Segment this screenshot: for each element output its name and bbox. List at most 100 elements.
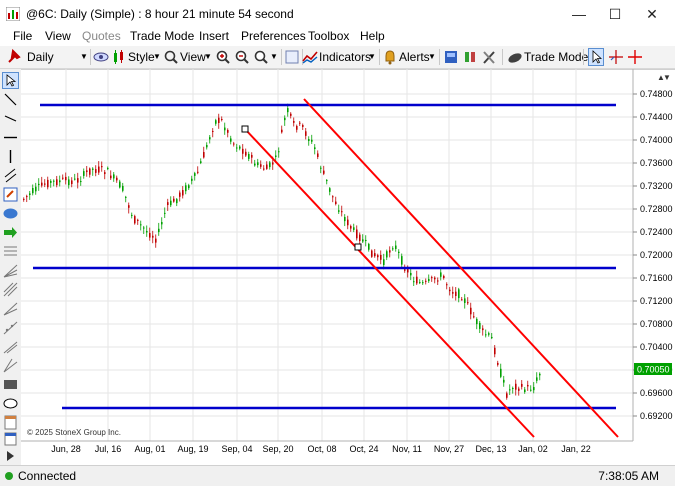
connection-status-icon (5, 472, 13, 480)
price-label: 0.72800 (640, 204, 673, 214)
pin-icon[interactable] (6, 48, 22, 66)
date-label: Nov, 27 (434, 444, 464, 454)
alerts-menu-button[interactable]: Alerts (399, 48, 430, 66)
price-label: 0.71200 (640, 296, 673, 306)
layout-icon[interactable] (444, 48, 458, 66)
price-label: 0.69200 (640, 411, 673, 421)
alerts-chevron-down-icon[interactable]: ▼ (428, 48, 436, 66)
tools-icon[interactable] (482, 48, 496, 66)
panel-nav (0, 447, 21, 465)
date-label: Jun, 28 (51, 444, 81, 454)
menu-insert[interactable]: Insert (199, 29, 229, 43)
price-label: 0.70800 (640, 319, 673, 329)
drawing-tools-panel (0, 69, 22, 447)
zoom-options-icon[interactable] (253, 48, 269, 66)
select-arrow-icon[interactable] (2, 72, 19, 89)
bell-icon (385, 50, 395, 65)
minimize-button[interactable]: — (561, 2, 597, 26)
zoom-chevron-down-icon[interactable]: ▼ (270, 48, 278, 66)
price-label: 0.71600 (640, 273, 673, 283)
menu-file[interactable]: File (13, 29, 32, 43)
style-chevron-down-icon[interactable]: ▼ (153, 48, 161, 66)
cursor-pointer-icon[interactable] (588, 48, 604, 66)
speed-lines-icon[interactable] (2, 300, 19, 317)
menu-view[interactable]: View (45, 29, 71, 43)
pan-left-icon[interactable] (285, 48, 299, 66)
scroll-down-icon[interactable]: ▼ (663, 73, 671, 82)
angle-lines-icon[interactable] (2, 357, 19, 374)
maximize-button[interactable]: ☐ (597, 2, 633, 26)
text-note-icon[interactable] (2, 186, 19, 203)
ellipse-outline-icon[interactable] (2, 395, 19, 412)
clock: 7:38:05 AM (598, 469, 659, 483)
connection-status: Connected (18, 469, 77, 483)
price-label: 0.74400 (640, 112, 673, 122)
view-menu-button[interactable]: View (180, 48, 206, 66)
interval-select[interactable]: Daily (27, 48, 54, 66)
toolbar-separator (439, 49, 440, 65)
status-bar: Connected 7:38:05 AM (0, 465, 675, 486)
rectangle-tool-icon[interactable] (2, 376, 19, 393)
horizontal-line-icon[interactable] (2, 129, 19, 146)
zoom-out-icon[interactable] (234, 48, 250, 66)
candlestick (134, 214, 136, 225)
pitchfork-icon[interactable] (2, 281, 19, 298)
price-chart[interactable]: 0.74800 0.74400 0.74000 0.73600 0.73200 0.728… (21, 69, 675, 458)
eye-icon (93, 52, 109, 62)
calendar-icon[interactable] (2, 430, 19, 447)
date-label: Dec, 13 (475, 444, 506, 454)
regression-icon[interactable] (2, 319, 19, 336)
menu-preferences[interactable]: Preferences (241, 29, 306, 43)
toolbar-separator (281, 49, 282, 65)
date-label: Sep, 20 (262, 444, 293, 454)
zoom-in-icon[interactable] (215, 48, 231, 66)
indicators-menu-button[interactable]: Indicators (319, 48, 371, 66)
date-label: Nov, 11 (392, 444, 422, 454)
arrow-tool-icon[interactable] (2, 224, 19, 241)
ellipse-tool-icon[interactable] (2, 205, 19, 222)
view-chevron-down-icon[interactable]: ▼ (204, 48, 212, 66)
channel-handle[interactable] (241, 125, 249, 133)
chart-background (21, 69, 675, 458)
notes-icon[interactable] (2, 414, 19, 431)
menu-trade-mode[interactable]: Trade Mode (130, 29, 194, 43)
toolbar: Daily ▼ Style ▼ View ▼ ▼ Indicators ▼ Al… (0, 46, 675, 69)
ray-line-icon[interactable] (2, 110, 19, 127)
trendline-icon[interactable] (2, 91, 19, 108)
settings-icon[interactable] (463, 48, 477, 66)
play-icon[interactable] (3, 449, 17, 463)
price-label: 0.69600 (640, 388, 673, 398)
app-icon (6, 7, 20, 21)
crosshair-red-icon[interactable] (627, 48, 643, 66)
search-icon (164, 50, 178, 64)
channel-icon[interactable] (2, 167, 19, 184)
indicators-chevron-down-icon[interactable]: ▼ (368, 48, 376, 66)
indicators-icon (302, 51, 318, 64)
crosshair-icon[interactable] (608, 48, 624, 66)
cycle-lines-icon[interactable] (2, 338, 19, 355)
toolbar-separator (379, 49, 380, 65)
interval-chevron-down-icon[interactable]: ▼ (80, 48, 88, 66)
price-label: 0.70400 (640, 342, 673, 352)
scroll-arrows[interactable]: ▲ ▼ (657, 73, 671, 82)
trade-mode-button[interactable]: Trade Mode (524, 48, 588, 66)
menu-toolbox[interactable]: Toolbox (308, 29, 349, 43)
trade-mode-icon (508, 53, 522, 63)
style-menu-button[interactable]: Style (128, 48, 155, 66)
window-title: @6C: Daily (Simple) : 8 hour 21 minute 5… (26, 7, 294, 21)
date-label: Aug, 19 (177, 444, 208, 454)
date-label: Oct, 08 (307, 444, 336, 454)
vertical-line-icon[interactable] (2, 148, 19, 165)
price-label: 0.72000 (640, 250, 673, 260)
toolbar-separator (90, 49, 91, 65)
menu-quotes[interactable]: Quotes (82, 29, 121, 43)
channel-handle[interactable] (354, 243, 362, 251)
candle-style-icon (114, 50, 123, 64)
menu-help[interactable]: Help (360, 29, 385, 43)
price-label: 0.73200 (640, 181, 673, 191)
close-button[interactable]: ✕ (634, 2, 670, 26)
price-label: 0.73600 (640, 158, 673, 168)
gann-fan-icon[interactable] (2, 262, 19, 279)
candlestick (371, 249, 373, 258)
fibonacci-icon[interactable] (2, 243, 19, 260)
